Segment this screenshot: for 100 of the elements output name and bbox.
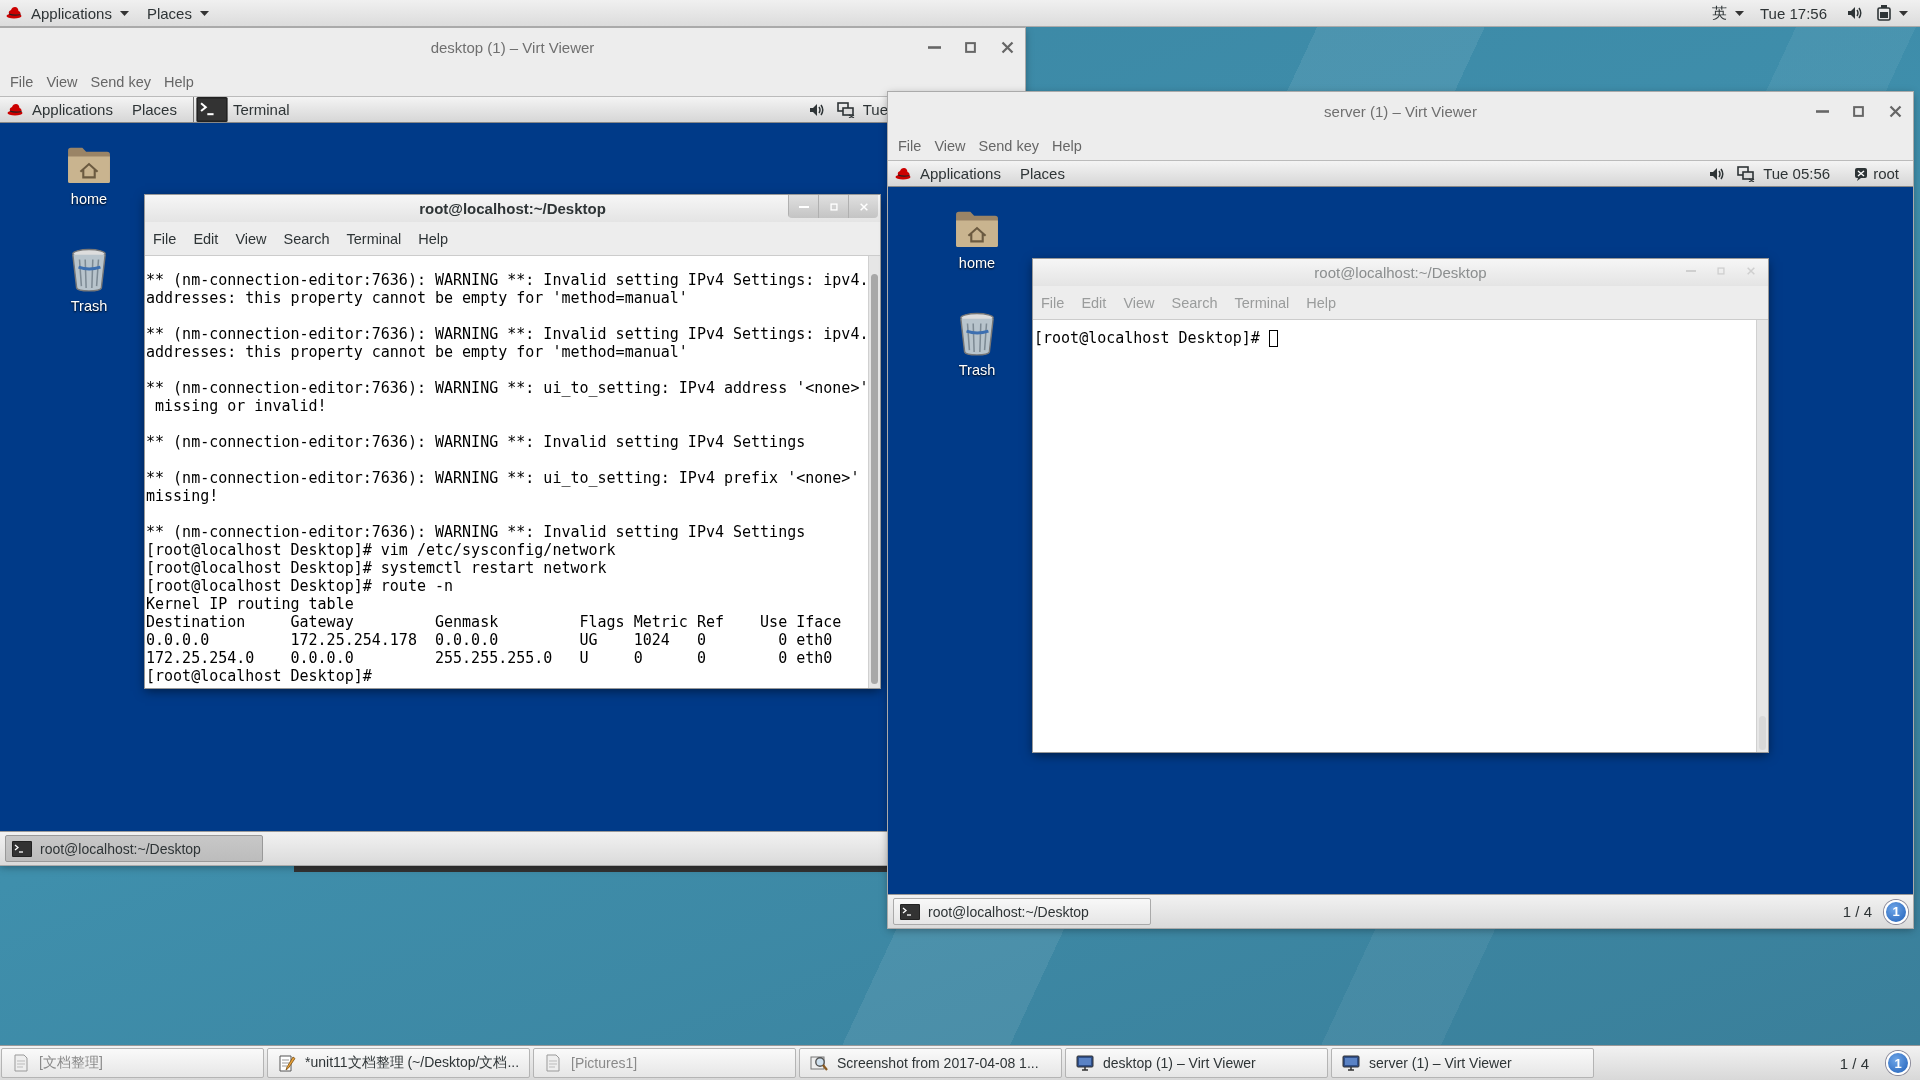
workspace-indicator[interactable]: 1 / 4 [1842,903,1872,920]
volume-icon[interactable] [1709,166,1726,181]
scrollbar[interactable] [868,256,880,688]
network-icon[interactable] [1737,165,1756,182]
terminal-line: Kernel IP routing table [146,595,354,613]
terminal-line: [root@localhost Desktop]# systemctl restart network [146,559,607,577]
terminal-line: addresses: this property cannot be empty for 'method=manual' [146,343,688,361]
scrollbar-thumb[interactable] [871,274,878,684]
menu-button[interactable]: Places [146,4,209,22]
minimize-icon [798,205,809,208]
maximize-icon [828,201,839,212]
trash-icon[interactable] [958,312,996,356]
task-button[interactable]: Terminal [192,97,296,122]
menu-button[interactable]: Applications [31,4,129,22]
icon-label[interactable]: Trash [958,362,996,378]
window-title: root@localhost:~/Desktop [419,200,606,217]
menu-button[interactable]: Applications [920,165,1001,182]
terminal-line: 172.25.254.0 0.0.0.0 255.255.255.0 U 0 0 0 eth0 [146,649,833,667]
menu-item[interactable]: File [153,230,177,247]
clock[interactable]: Tue 17:56 [1760,4,1827,22]
battery-icon [1877,5,1891,21]
taskbar-button[interactable]: desktop (1) – Virt Viewer [1065,1048,1328,1078]
terminal-line: 0.0.0.0 172.25.254.178 0.0.0.0 UG 1024 0 0 eth0 [146,631,833,649]
window-title: server (1) – Virt Viewer [1324,103,1477,120]
menu-item[interactable]: File [898,137,922,154]
terminal-line: ** (nm-connection-editor:7636): WARNING **: Invalid setting IPv4 Settings: ipv4. [146,325,868,343]
maximize-icon[interactable] [1851,104,1866,119]
menu-item[interactable]: Help [164,73,194,90]
maximize-icon [1716,265,1726,276]
terminal-line: [root@localhost Desktop]# vim /etc/sysconfig/network [146,541,616,559]
hat-logo-icon [6,6,22,20]
menu-item[interactable]: Send key [90,73,151,90]
menu-item[interactable]: Send key [978,137,1039,154]
window-title: desktop (1) – Virt Viewer [430,39,595,56]
taskbar-button[interactable]: *unit11文档整理 (~/Desktop/文档... [267,1048,530,1078]
terminal-line: [root@localhost Desktop]# [146,667,372,685]
terminal-line: ** (nm-connection-editor:7636): WARNING **: ui_to_setting: IPv4 address '<none>' [146,379,868,397]
notepad-icon [278,1054,296,1072]
terminal-line: [root@localhost Desktop]# route -n [146,577,454,595]
terminal-line: missing! [146,487,219,505]
menu-item[interactable]: View [235,230,267,247]
terminal-line: missing or invalid! [154,397,327,415]
caret-icon [199,10,209,16]
close-icon [858,201,869,212]
icon-label[interactable]: Trash [70,298,108,314]
maximize-icon[interactable] [963,40,978,55]
menu-item[interactable]: Help [418,230,449,247]
menu-item[interactable]: File [10,73,34,90]
user-menu-button[interactable]: root [1873,165,1899,182]
monitor-icon [1076,1054,1094,1072]
menu-button[interactable]: Places [1019,165,1065,182]
menu-item[interactable]: Edit [193,230,219,247]
user-icon[interactable] [1854,166,1869,181]
terminal-line: ** (nm-connection-editor:7636): WARNING **: Invalid setting IPv4 Settings [146,433,806,451]
hat-logo-icon [895,166,911,181]
document-icon [12,1054,30,1072]
clock[interactable]: Tue [862,101,888,118]
menu-button[interactable]: Places [131,101,177,118]
taskbar-button[interactable]: root@localhost:~/Desktop [5,835,263,862]
terminal-icon [193,97,230,122]
system-menu-button[interactable] [1877,5,1908,21]
folder-icon[interactable] [66,145,112,185]
caret-icon [1735,10,1744,16]
monitor-icon [1342,1054,1360,1072]
workspace-indicator[interactable]: 1 / 4 [1839,1054,1869,1072]
menu-button[interactable]: Applications [32,101,113,118]
caret-icon [119,10,129,16]
taskbar-button[interactable]: root@localhost:~/Desktop [893,898,1151,925]
clock[interactable]: Tue 05:56 [1763,165,1831,182]
hat-logo-icon [7,102,23,117]
terminal-icon [900,903,920,920]
icon-label[interactable]: home [70,191,108,207]
document-icon [544,1054,562,1072]
close-icon[interactable] [1888,104,1903,119]
network-icon[interactable] [836,101,855,118]
scrollbar[interactable] [1756,320,1768,752]
menu-item[interactable]: View [46,73,78,90]
menu-item[interactable]: Search [283,230,330,247]
taskbar-button[interactable]: Screenshot from 2017-04-08 1... [799,1048,1062,1078]
terminal-icon [12,840,32,857]
terminal-line: Destination Gateway Genmask Flags Metric Ref Use Iface [146,613,842,631]
caret-icon [1899,10,1908,16]
menu-item[interactable]: Terminal [346,230,402,247]
taskbar-button[interactable]: server (1) – Virt Viewer [1331,1048,1594,1078]
volume-icon[interactable] [1847,6,1863,20]
menu-item[interactable]: View [934,137,966,154]
terminal-line: ** (nm-connection-editor:7636): WARNING **: Invalid setting IPv4 Settings [146,523,806,541]
close-icon[interactable] [1000,40,1015,55]
input-method-button[interactable]: 英 [1712,3,1744,23]
icon-label[interactable]: home [958,255,996,271]
trash-icon[interactable] [70,248,108,292]
terminal-line: ** (nm-connection-editor:7636): WARNING **: ui_to_setting: IPv4 prefix '<none>' [146,469,860,487]
folder-icon[interactable] [954,209,1000,249]
menu-item[interactable]: Help [1052,137,1082,154]
terminal-line: ** (nm-connection-editor:7636): WARNING **: Invalid setting IPv4 Settings: ipv4. [146,271,868,289]
magnifier-icon [810,1054,828,1072]
close-icon [1746,265,1756,276]
window-title: root@localhost:~/Desktop [1314,264,1487,281]
volume-icon[interactable] [808,102,825,117]
terminal-line: [root@localhost Desktop]# [1034,329,1261,347]
